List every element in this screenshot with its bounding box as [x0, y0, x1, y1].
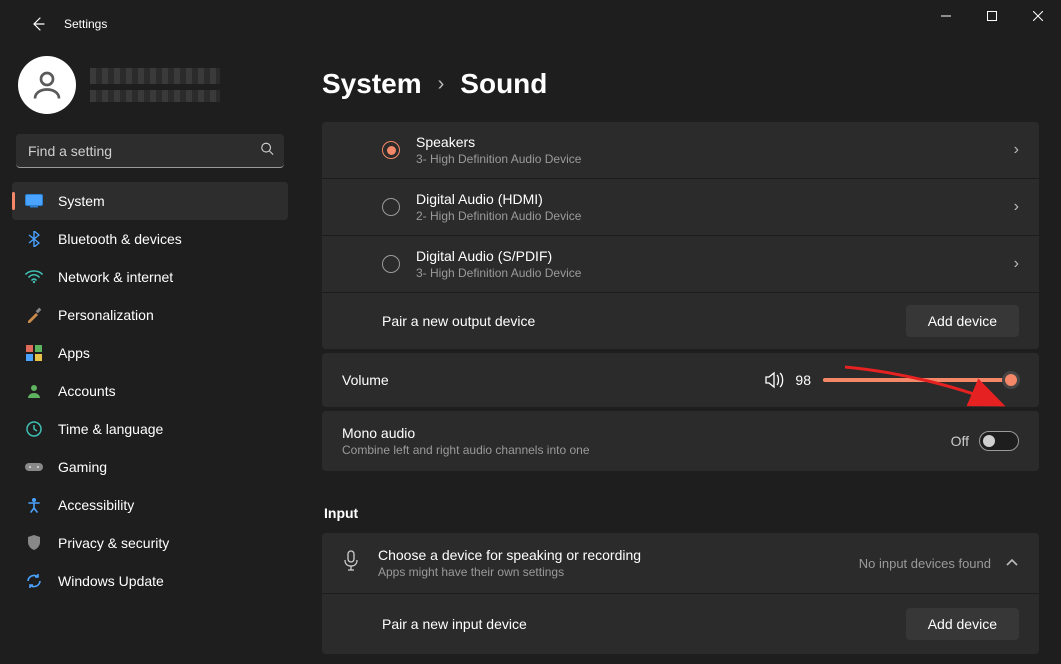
back-button[interactable]: [20, 6, 56, 42]
device-row-speakers[interactable]: Speakers 3- High Definition Audio Device…: [322, 122, 1039, 178]
sidebar-item-label: Network & internet: [58, 269, 173, 285]
sidebar-item-network[interactable]: Network & internet: [12, 258, 288, 296]
breadcrumb-current: Sound: [460, 68, 547, 100]
device-subtitle: 3- High Definition Audio Device: [416, 266, 1014, 280]
output-devices-panel: Speakers 3- High Definition Audio Device…: [322, 122, 1039, 349]
content-area: System › Sound Speakers 3- High Definiti…: [300, 48, 1061, 664]
input-status: No input devices found: [859, 556, 991, 571]
app-title: Settings: [64, 17, 107, 31]
sidebar-item-system[interactable]: System: [12, 182, 288, 220]
breadcrumb-parent[interactable]: System: [322, 68, 422, 100]
volume-label: Volume: [342, 372, 389, 388]
volume-value: 98: [795, 372, 811, 388]
gaming-icon: [24, 457, 44, 477]
chevron-right-icon: ›: [1014, 198, 1019, 216]
shield-icon: [24, 533, 44, 553]
display-icon: [24, 191, 44, 211]
search-icon: [260, 142, 274, 161]
sidebar-item-label: Accounts: [58, 383, 116, 399]
sidebar-item-label: Accessibility: [58, 497, 134, 513]
sidebar-item-label: Apps: [58, 345, 90, 361]
mono-title: Mono audio: [342, 425, 951, 441]
add-input-device-button[interactable]: Add device: [906, 608, 1019, 640]
bluetooth-icon: [24, 229, 44, 249]
paint-icon: [24, 305, 44, 325]
sidebar-item-label: Time & language: [58, 421, 163, 437]
profile-email-redacted: [90, 90, 220, 102]
accessibility-icon: [24, 495, 44, 515]
update-icon: [24, 571, 44, 591]
microphone-icon: [342, 550, 360, 577]
chevron-right-icon: ›: [1014, 141, 1019, 159]
chevron-right-icon: ›: [438, 73, 445, 96]
volume-slider[interactable]: [823, 378, 1019, 382]
slider-fill: [823, 378, 1011, 382]
sidebar-item-label: System: [58, 193, 105, 209]
pair-output-row: Pair a new output device Add device: [322, 292, 1039, 349]
pair-input-row: Pair a new input device Add device: [322, 593, 1039, 654]
sidebar-item-apps[interactable]: Apps: [12, 334, 288, 372]
chevron-right-icon: ›: [1014, 255, 1019, 273]
device-row-spdif[interactable]: Digital Audio (S/PDIF) 3- High Definitio…: [322, 235, 1039, 292]
chevron-up-icon[interactable]: [1005, 554, 1019, 572]
volume-row: Volume 98: [322, 353, 1039, 407]
apps-icon: [24, 343, 44, 363]
slider-thumb[interactable]: [1002, 371, 1020, 389]
profile-name-redacted: [90, 68, 220, 84]
sidebar-item-label: Windows Update: [58, 573, 164, 589]
radio-selected[interactable]: [382, 141, 400, 159]
breadcrumb: System › Sound: [322, 68, 1039, 100]
add-output-device-button[interactable]: Add device: [906, 305, 1019, 337]
profile-block[interactable]: [12, 52, 288, 130]
sidebar-item-accounts[interactable]: Accounts: [12, 372, 288, 410]
toggle-knob: [983, 435, 995, 447]
radio-unselected[interactable]: [382, 198, 400, 216]
arrow-left-icon: [30, 16, 46, 32]
search-input[interactable]: [16, 134, 284, 168]
radio-unselected[interactable]: [382, 255, 400, 273]
device-row-hdmi[interactable]: Digital Audio (HDMI) 2- High Definition …: [322, 178, 1039, 235]
mono-subtitle: Combine left and right audio channels in…: [342, 443, 951, 457]
device-subtitle: 3- High Definition Audio Device: [416, 152, 1014, 166]
sidebar-item-label: Personalization: [58, 307, 154, 323]
minimize-icon: [941, 11, 951, 21]
sidebar-item-time[interactable]: Time & language: [12, 410, 288, 448]
speaker-icon[interactable]: [765, 371, 785, 389]
mono-audio-row: Mono audio Combine left and right audio …: [322, 411, 1039, 471]
person-icon: [29, 67, 65, 103]
input-device-title: Choose a device for speaking or recordin…: [378, 547, 859, 563]
maximize-button[interactable]: [969, 0, 1015, 32]
sidebar-item-label: Privacy & security: [58, 535, 169, 551]
device-title: Digital Audio (HDMI): [416, 191, 1014, 207]
device-title: Digital Audio (S/PDIF): [416, 248, 1014, 264]
clock-icon: [24, 419, 44, 439]
avatar: [18, 56, 76, 114]
close-icon: [1033, 11, 1043, 21]
sidebar-item-update[interactable]: Windows Update: [12, 562, 288, 600]
search-field[interactable]: [16, 134, 284, 168]
mono-toggle[interactable]: [979, 431, 1019, 451]
sidebar-item-label: Gaming: [58, 459, 107, 475]
maximize-icon: [987, 11, 997, 21]
input-device-subtitle: Apps might have their own settings: [378, 565, 859, 579]
close-button[interactable]: [1015, 0, 1061, 32]
sidebar-item-gaming[interactable]: Gaming: [12, 448, 288, 486]
accounts-icon: [24, 381, 44, 401]
pair-input-label: Pair a new input device: [382, 616, 906, 632]
sidebar: System Bluetooth & devices Network & int…: [0, 48, 300, 664]
wifi-icon: [24, 267, 44, 287]
mono-state: Off: [951, 433, 969, 449]
device-subtitle: 2- High Definition Audio Device: [416, 209, 1014, 223]
minimize-button[interactable]: [923, 0, 969, 32]
sidebar-item-privacy[interactable]: Privacy & security: [12, 524, 288, 562]
input-section-header: Input: [324, 505, 1039, 521]
input-device-row[interactable]: Choose a device for speaking or recordin…: [322, 533, 1039, 593]
device-title: Speakers: [416, 134, 1014, 150]
sidebar-item-label: Bluetooth & devices: [58, 231, 182, 247]
sidebar-item-bluetooth[interactable]: Bluetooth & devices: [12, 220, 288, 258]
pair-output-label: Pair a new output device: [382, 313, 906, 329]
sidebar-item-personalization[interactable]: Personalization: [12, 296, 288, 334]
sidebar-item-accessibility[interactable]: Accessibility: [12, 486, 288, 524]
